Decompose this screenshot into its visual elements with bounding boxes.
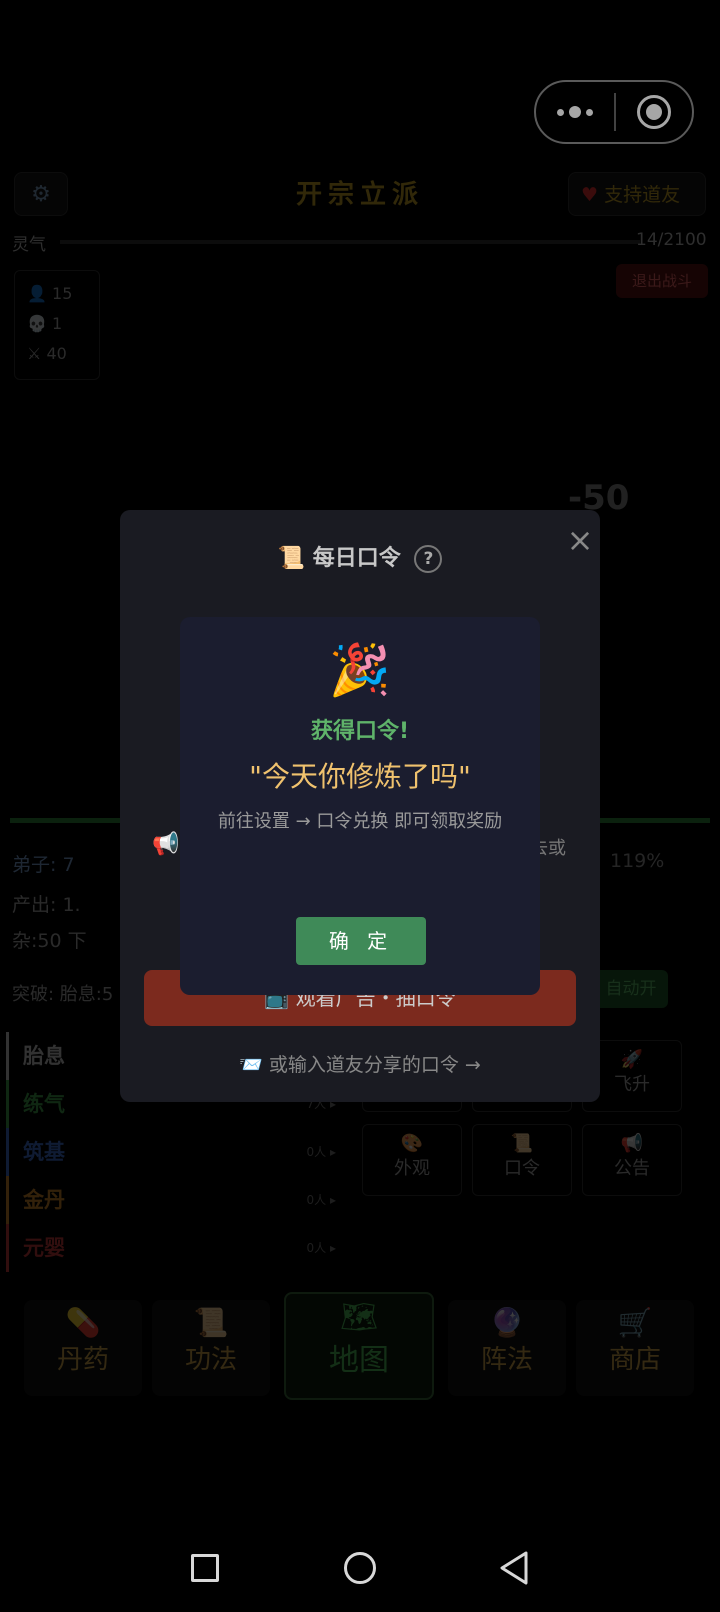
system-nav-bar [0, 1540, 720, 1612]
home-icon[interactable] [344, 1552, 376, 1584]
shared-code-label: 或输入道友分享的口令 → [268, 1054, 481, 1076]
close-icon[interactable]: × [562, 522, 598, 558]
envelope-icon: 📨 [239, 1054, 263, 1076]
help-icon[interactable]: ? [414, 545, 443, 573]
panel-title: 📜 每日口令 ? [120, 540, 600, 573]
party-popper-icon: 🎉 [328, 641, 392, 699]
dialog-title: 获得口令! [310, 719, 410, 744]
confirm-button[interactable]: 确 定 [296, 917, 426, 965]
recent-apps-icon[interactable] [191, 1554, 219, 1582]
obtained-code: "今天你修炼了吗" [249, 760, 471, 793]
code-obtained-dialog: 🎉 获得口令! "今天你修炼了吗" 前往设置 → 口令兑换 即可领取奖励 确 定 [180, 617, 540, 995]
back-icon[interactable] [496, 1550, 532, 1586]
megaphone-icon: 📢 [152, 832, 180, 857]
enter-shared-code-link[interactable]: 📨 或输入道友分享的口令 → [120, 1050, 600, 1077]
scroll-icon: 📜 [277, 546, 306, 571]
redeem-hint: 前往设置 → 口令兑换 即可领取奖励 [217, 811, 503, 832]
panel-title-text: 每日口令 [312, 546, 401, 571]
